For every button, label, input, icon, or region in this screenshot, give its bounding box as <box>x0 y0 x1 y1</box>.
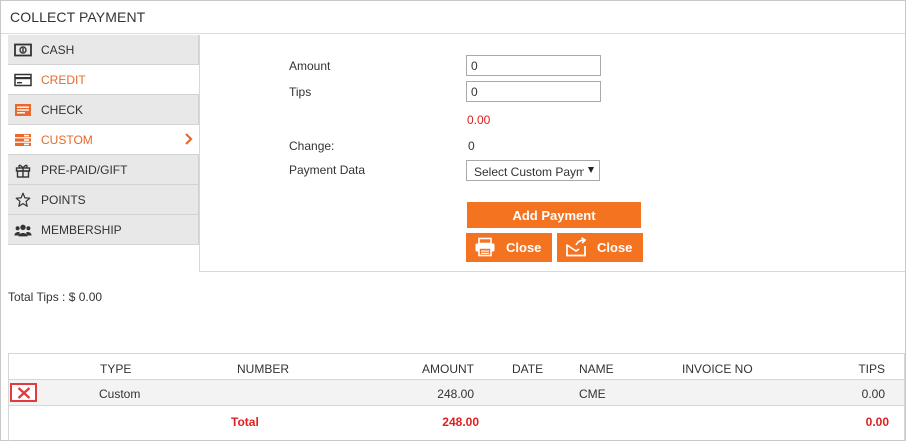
cell-type: Custom <box>99 387 141 401</box>
close-print-label: Close <box>506 240 542 255</box>
page-title: COLLECT PAYMENT <box>10 9 146 25</box>
total-tips-summary: Total Tips : $ 0.00 <box>8 290 103 304</box>
dropdown-arrow-icon <box>588 167 594 173</box>
email-send-icon <box>565 237 587 257</box>
payments-table: TYPE NUMBER AMOUNT DATE NAME INVOICE NO … <box>8 353 905 434</box>
table-row: Custom 248.00 CME 0.00 <box>8 380 905 406</box>
members-icon <box>14 222 32 238</box>
add-payment-label: Add Payment <box>512 207 596 223</box>
custom-icon <box>14 132 32 148</box>
cell-tips: 0.00 <box>861 387 885 401</box>
sidebar-item-label: CASH <box>41 43 75 57</box>
tips-amount-value: 0.00 <box>467 113 491 127</box>
cell-amount: 248.00 <box>437 387 474 401</box>
table-header-row: TYPE NUMBER AMOUNT DATE NAME INVOICE NO … <box>8 353 905 380</box>
sidebar-item-points[interactable]: POINTS <box>8 185 199 215</box>
sidebar-item-check[interactable]: CHECK <box>8 95 199 125</box>
col-header-name: NAME <box>579 362 614 376</box>
printer-icon <box>474 237 496 257</box>
table-left-border <box>8 353 9 441</box>
dialog-header: COLLECT PAYMENT <box>1 1 905 34</box>
footer-total-amount: 248.00 <box>442 415 479 429</box>
close-print-button[interactable]: Close <box>466 233 552 262</box>
close-email-label: Close <box>597 240 633 255</box>
delete-row-button[interactable] <box>10 383 37 402</box>
change-label: Change: <box>289 139 335 153</box>
amount-input[interactable] <box>466 55 601 76</box>
payment-form-panel: Amount Tips 0.00 Change: 0 Payment Data … <box>199 35 905 272</box>
cell-name: CME <box>579 387 606 401</box>
sidebar-item-cash[interactable]: CASH <box>8 35 199 65</box>
footer-total-label: Total <box>231 415 259 429</box>
col-header-amount: AMOUNT <box>422 362 474 376</box>
payment-data-label: Payment Data <box>289 163 366 177</box>
credit-card-icon <box>14 72 32 88</box>
chevron-right-icon <box>184 132 194 146</box>
col-header-tips: TIPS <box>858 362 885 376</box>
gift-icon <box>14 162 32 178</box>
sidebar-item-prepaid-gift[interactable]: PRE-PAID/GIFT <box>8 155 199 185</box>
sidebar-item-label: PRE-PAID/GIFT <box>41 163 128 177</box>
star-icon <box>14 192 32 208</box>
col-header-number: NUMBER <box>237 362 290 376</box>
sidebar-item-label: MEMBERSHIP <box>41 223 122 237</box>
footer-total-tips: 0.00 <box>865 415 889 429</box>
sidebar-item-label: CUSTOM <box>41 133 93 147</box>
payment-data-selected-text: Select Custom Payment <box>474 165 584 179</box>
sidebar-item-label: POINTS <box>41 193 86 207</box>
col-header-invoice-no: INVOICE NO <box>682 362 753 376</box>
tips-label: Tips <box>289 85 312 99</box>
sidebar-item-label: CHECK <box>41 103 84 117</box>
sidebar-item-membership[interactable]: MEMBERSHIP <box>8 215 199 245</box>
sidebar-item-credit[interactable]: CREDIT <box>8 65 199 95</box>
close-icon <box>17 387 31 399</box>
sidebar-item-label: CREDIT <box>41 73 86 87</box>
table-right-border <box>904 353 905 441</box>
add-payment-button[interactable]: Add Payment <box>467 202 641 228</box>
check-icon <box>14 102 32 118</box>
col-header-type: TYPE <box>100 362 132 376</box>
sidebar-item-custom[interactable]: CUSTOM <box>8 125 199 155</box>
tips-input[interactable] <box>466 81 601 102</box>
table-footer-row: Total 248.00 0.00 <box>8 406 905 434</box>
change-value: 0 <box>468 139 475 153</box>
payment-method-sidebar: CASH CREDIT CHECK CUSTOM PRE-PAID/GIFT P… <box>8 35 199 245</box>
cash-icon <box>14 42 32 58</box>
close-email-button[interactable]: Close <box>557 233 643 262</box>
payment-data-select[interactable]: Select Custom Payment <box>466 160 600 181</box>
amount-label: Amount <box>289 59 331 73</box>
col-header-date: DATE <box>512 362 544 376</box>
